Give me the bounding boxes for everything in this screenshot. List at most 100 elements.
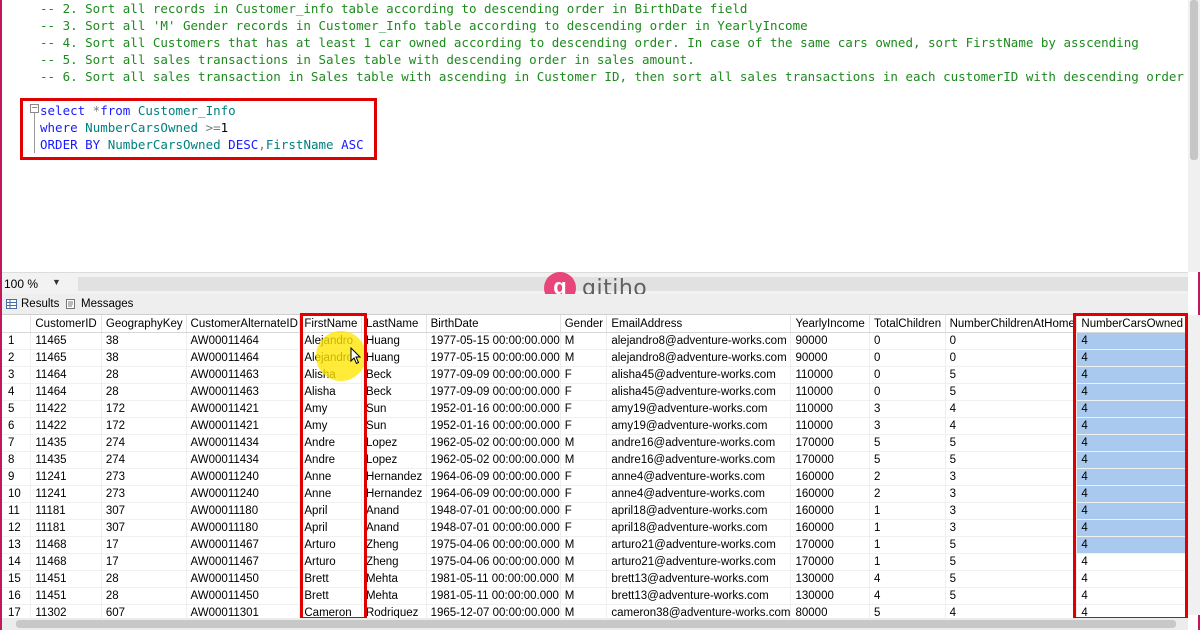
table-cell[interactable]: 1977-05-15 00:00:00.000 <box>426 332 561 350</box>
table-cell[interactable]: 172 <box>101 400 187 418</box>
table-cell[interactable]: 11464 <box>30 383 102 401</box>
table-cell[interactable]: 5 <box>945 587 1078 605</box>
table-cell[interactable]: 1962-05-02 00:00:00.000 <box>426 451 561 469</box>
column-header[interactable]: GeographyKey <box>101 315 187 333</box>
table-cell[interactable]: 5 <box>945 553 1078 571</box>
table-cell[interactable]: AW00011463 <box>186 383 301 401</box>
table-cell[interactable]: 38 <box>101 349 187 367</box>
table-cell[interactable]: F <box>560 468 608 486</box>
table-cell[interactable]: 160000 <box>790 502 870 520</box>
table-cell[interactable]: 11422 <box>30 417 102 435</box>
table-cell[interactable]: 4 <box>869 587 946 605</box>
table-cell[interactable]: 1981-05-11 00:00:00.000 <box>426 570 561 588</box>
row-number[interactable]: 11 <box>2 502 32 520</box>
table-cell[interactable]: M <box>560 434 608 452</box>
table-cell[interactable]: Sun <box>361 400 427 418</box>
table-row[interactable]: 10 11241 273 AW00011240 Anne Hernandez 1964-06… <box>2 485 1188 503</box>
row-number[interactable]: 12 <box>2 519 32 537</box>
table-cell[interactable]: 1952-01-16 00:00:00.000 <box>426 400 561 418</box>
table-cell[interactable]: AW00011240 <box>186 468 301 486</box>
table-row[interactable]: 13 11468 17 AW00011467 Arturo Zheng 1975-04-06… <box>2 536 1188 554</box>
table-cell[interactable]: Anand <box>361 519 427 537</box>
table-cell[interactable]: 11241 <box>30 485 102 503</box>
table-row[interactable]: 11 11181 307 AW00011180 April Anand 1948-07-01… <box>2 502 1188 520</box>
table-cell[interactable]: 11465 <box>30 332 102 350</box>
column-header[interactable]: NumberChildrenAtHome <box>945 315 1078 333</box>
table-cell[interactable]: Zheng <box>361 536 427 554</box>
column-header[interactable]: Gender <box>560 315 608 333</box>
table-cell[interactable]: 607 <box>101 604 187 618</box>
table-cell[interactable]: 4 <box>945 417 1078 435</box>
table-cell[interactable]: 160000 <box>790 468 870 486</box>
table-cell[interactable]: 5 <box>869 451 946 469</box>
row-number-header[interactable] <box>2 315 32 333</box>
table-cell[interactable]: Huang <box>361 349 427 367</box>
table-cell[interactable]: AW00011180 <box>186 519 301 537</box>
table-cell[interactable]: M <box>560 536 608 554</box>
row-number[interactable]: 4 <box>2 383 32 401</box>
table-cell[interactable]: 2 <box>869 485 946 503</box>
table-cell[interactable]: 274 <box>101 451 187 469</box>
table-cell[interactable]: AW00011450 <box>186 570 301 588</box>
table-cell[interactable]: 1964-06-09 00:00:00.000 <box>426 485 561 503</box>
table-cell[interactable]: F <box>560 383 608 401</box>
row-number[interactable]: 2 <box>2 349 32 367</box>
table-row[interactable]: 7 11435 274 AW00011434 Andre Lopez 1962-05-02 … <box>2 434 1188 452</box>
table-cell[interactable]: 5 <box>945 451 1078 469</box>
tab-messages[interactable]: Messages <box>66 296 133 312</box>
table-cell[interactable]: 130000 <box>790 587 870 605</box>
table-row[interactable]: 3 11464 28 AW00011463 Alisha Beck 1977-09-09 0… <box>2 366 1188 384</box>
table-cell[interactable]: amy19@adventure-works.com <box>606 417 792 435</box>
table-cell[interactable]: F <box>560 366 608 384</box>
table-cell[interactable]: F <box>560 519 608 537</box>
table-row[interactable]: 12 11181 307 AW00011180 April Anand 1948-07-01… <box>2 519 1188 537</box>
table-cell[interactable]: brett13@adventure-works.com <box>606 570 792 588</box>
table-cell[interactable]: 17 <box>101 553 187 571</box>
table-cell[interactable]: 1 <box>869 536 946 554</box>
table-cell[interactable]: 11465 <box>30 349 102 367</box>
table-cell[interactable]: 11468 <box>30 553 102 571</box>
table-cell[interactable]: 3 <box>945 468 1078 486</box>
table-cell[interactable]: Hernandez <box>361 468 427 486</box>
table-cell[interactable]: 90000 <box>790 349 870 367</box>
row-number[interactable]: 14 <box>2 553 32 571</box>
row-number[interactable]: 8 <box>2 451 32 469</box>
table-cell[interactable]: 1975-04-06 00:00:00.000 <box>426 553 561 571</box>
table-cell[interactable]: 273 <box>101 468 187 486</box>
table-cell[interactable]: M <box>560 570 608 588</box>
table-cell[interactable]: 0 <box>869 366 946 384</box>
column-header[interactable]: EmailAddress <box>606 315 792 333</box>
table-cell[interactable]: andre16@adventure-works.com <box>606 434 792 452</box>
table-row[interactable]: 6 11422 172 AW00011421 Amy Sun 1952-01-16 00:0… <box>2 417 1188 435</box>
results-grid[interactable]: CustomerID GeographyKey CustomerAlternateI… <box>2 315 1188 618</box>
row-number[interactable]: 3 <box>2 366 32 384</box>
table-cell[interactable]: F <box>560 485 608 503</box>
row-number[interactable]: 13 <box>2 536 32 554</box>
table-cell[interactable]: 307 <box>101 502 187 520</box>
table-cell[interactable]: AW00011467 <box>186 553 301 571</box>
table-cell[interactable]: AW00011434 <box>186 451 301 469</box>
table-cell[interactable]: 28 <box>101 570 187 588</box>
table-cell[interactable]: F <box>560 417 608 435</box>
table-cell[interactable]: 5 <box>945 536 1078 554</box>
table-cell[interactable]: 1981-05-11 00:00:00.000 <box>426 587 561 605</box>
table-cell[interactable]: Beck <box>361 383 427 401</box>
table-cell[interactable]: 28 <box>101 587 187 605</box>
row-number[interactable]: 16 <box>2 587 32 605</box>
table-cell[interactable]: AW00011421 <box>186 417 301 435</box>
column-header[interactable]: BirthDate <box>426 315 561 333</box>
table-cell[interactable]: 172 <box>101 417 187 435</box>
table-cell[interactable]: AW00011180 <box>186 502 301 520</box>
table-cell[interactable]: 170000 <box>790 553 870 571</box>
table-cell[interactable]: alejandro8@adventure-works.com <box>606 349 792 367</box>
table-cell[interactable]: AW00011240 <box>186 485 301 503</box>
table-cell[interactable]: 1977-09-09 00:00:00.000 <box>426 366 561 384</box>
column-header[interactable]: LastName <box>361 315 427 333</box>
table-cell[interactable]: 11181 <box>30 502 102 520</box>
table-cell[interactable]: 110000 <box>790 366 870 384</box>
table-cell[interactable]: Anand <box>361 502 427 520</box>
table-cell[interactable]: 170000 <box>790 536 870 554</box>
row-number[interactable]: 17 <box>2 604 32 618</box>
table-cell[interactable]: 4 <box>945 604 1078 618</box>
table-cell[interactable]: Lopez <box>361 434 427 452</box>
